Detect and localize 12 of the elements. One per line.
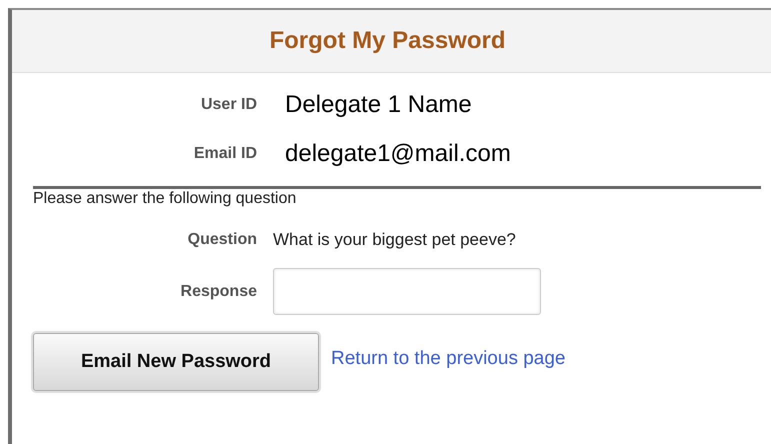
field-value: delegate1@mail.com bbox=[285, 140, 512, 168]
email-new-password-button[interactable]: Email New Password bbox=[33, 333, 319, 391]
field-label: Question bbox=[186, 231, 257, 249]
question-text: What is your biggest pet peeve? bbox=[273, 230, 517, 250]
instruction-text: Please answer the following question bbox=[33, 190, 298, 208]
page-title: Forgot My Password bbox=[269, 27, 506, 55]
field-value: Delegate 1 Name bbox=[285, 90, 473, 118]
response-field[interactable] bbox=[273, 268, 541, 315]
field-label: User ID bbox=[200, 96, 257, 114]
field-label: Email ID bbox=[192, 144, 257, 162]
return-link[interactable]: Return to the previous page bbox=[331, 348, 566, 370]
field-label: Response bbox=[180, 282, 257, 300]
